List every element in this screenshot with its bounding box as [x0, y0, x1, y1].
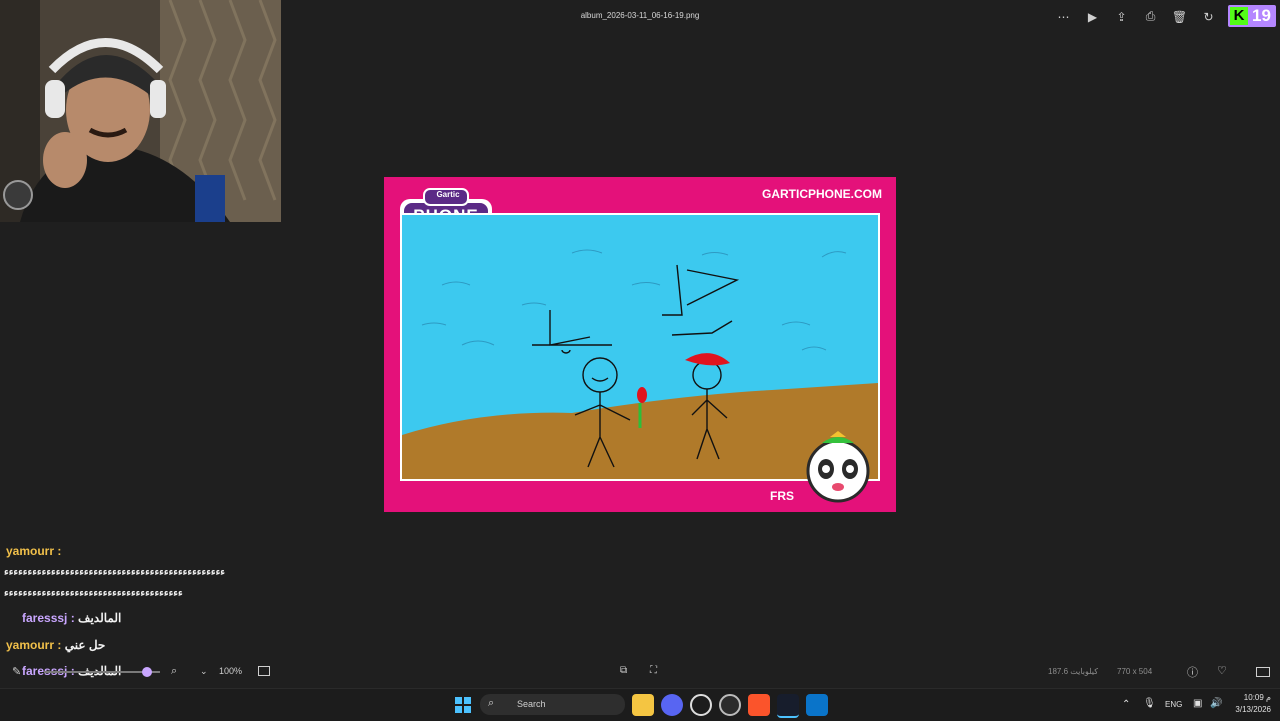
chat-username: yamourr :	[6, 544, 62, 558]
clock-date[interactable]: 3/13/2026	[1226, 705, 1271, 714]
discord-icon[interactable]	[661, 694, 683, 716]
network-icon[interactable]: ▣	[1193, 698, 1202, 709]
chat-text: ءءءءءءءءءءءءءءءءءءءءءءءءءءءءءءءءءءءءءء	[4, 588, 183, 599]
info-icon[interactable]: ⓘ	[1187, 664, 1198, 680]
chevron-down-icon[interactable]: ⌄	[200, 666, 208, 677]
kick-count: 19	[1252, 6, 1271, 25]
slideshow-icon[interactable]: ▶	[1083, 8, 1102, 25]
chat-text: المالديف	[78, 611, 122, 625]
share-icon[interactable]: ⇪	[1112, 8, 1131, 25]
delete-icon[interactable]: 🗑	[1170, 8, 1189, 25]
chat-message: yamourr : حل عني	[6, 638, 105, 652]
site-url: GARTICPHONE.COM	[762, 187, 882, 201]
player-avatar	[804, 427, 872, 505]
player-tag: FRS	[770, 489, 794, 503]
obs-icon[interactable]	[719, 694, 741, 716]
volume-icon[interactable]: 🔊	[1210, 698, 1222, 709]
file-explorer-icon[interactable]	[632, 694, 654, 716]
microphone-icon[interactable]: 🎙	[1143, 698, 1156, 709]
chat-message: faresssj : المالديف	[22, 611, 121, 625]
zoom-level[interactable]: 100%	[219, 666, 242, 676]
fullscreen-icon[interactable]: ⛶	[650, 665, 657, 676]
fit-icon[interactable]	[258, 666, 270, 676]
toolbar-actions: ⋯ ▶ ⇪ ⎙ 🗑 ↻	[1054, 8, 1218, 25]
photos-icon[interactable]	[806, 694, 828, 716]
rotate-icon[interactable]: ↻	[1199, 8, 1218, 25]
chat-username: yamourr :	[6, 638, 62, 652]
app-icon[interactable]	[690, 694, 712, 716]
viewer-bottom-bar: ✎ ⌕ ⌄ 100% ⧉ ⛶ 187.6 كيلوبايت 770 x 504 …	[0, 658, 1280, 686]
film-strip-icon[interactable]: ⧉	[620, 665, 627, 676]
print-icon[interactable]: ⎙	[1141, 8, 1160, 25]
favorite-icon[interactable]: ♡	[1217, 664, 1227, 677]
zoom-slider-thumb[interactable]	[142, 667, 152, 677]
tray-chevron-icon[interactable]: ⌃	[1122, 699, 1130, 710]
zoom-slider[interactable]	[44, 667, 160, 677]
steam-icon[interactable]	[777, 694, 799, 718]
zoom-in-icon[interactable]: ⌕	[171, 665, 177, 678]
kick-logo: K	[1230, 7, 1248, 25]
kick-badge: K 19	[1228, 5, 1276, 27]
more-icon[interactable]: ⋯	[1054, 8, 1073, 25]
image-dimensions: 770 x 504	[1117, 667, 1153, 676]
chat-text: حل عني	[64, 638, 106, 652]
logo-top-text: Gartic	[436, 190, 460, 199]
window-mode-icon[interactable]	[1256, 667, 1270, 677]
clock-time[interactable]: 10:09 م	[1231, 693, 1271, 702]
chat-username: faresssj :	[22, 611, 75, 625]
webcam-overlay	[0, 0, 281, 222]
chat-message: ءءءءءءءءءءءءءءءءءءءءءءءءءءءءءءءءءءءءءءءء…	[4, 567, 225, 578]
search-icon: ⌕	[488, 697, 495, 709]
chat-text: ءءءءءءءءءءءءءءءءءءءءءءءءءءءءءءءءءءءءءءءء…	[4, 567, 226, 578]
search-label: Search	[517, 699, 546, 709]
file-size: 187.6 كيلوبايت	[1048, 667, 1098, 676]
chat-message: yamourr :	[6, 544, 61, 558]
start-icon[interactable]	[455, 697, 471, 713]
displayed-image: Gartic PHONE GARTICPHONE.COM	[384, 177, 896, 512]
brave-browser-icon[interactable]	[748, 694, 770, 716]
taskbar-search[interactable]: ⌕ Search	[480, 694, 625, 715]
language-indicator[interactable]: ENG	[1165, 700, 1182, 709]
webcam-picture	[0, 0, 281, 222]
edit-icon[interactable]: ✎	[12, 665, 21, 678]
chat-message: ءءءءءءءءءءءءءءءءءءءءءءءءءءءءءءءءءءءءءء	[4, 588, 183, 599]
taskbar: ⌕ Search ⌃ 🎙 ENG ▣ 🔊 10:09 م 3/13/2026	[0, 688, 1280, 721]
